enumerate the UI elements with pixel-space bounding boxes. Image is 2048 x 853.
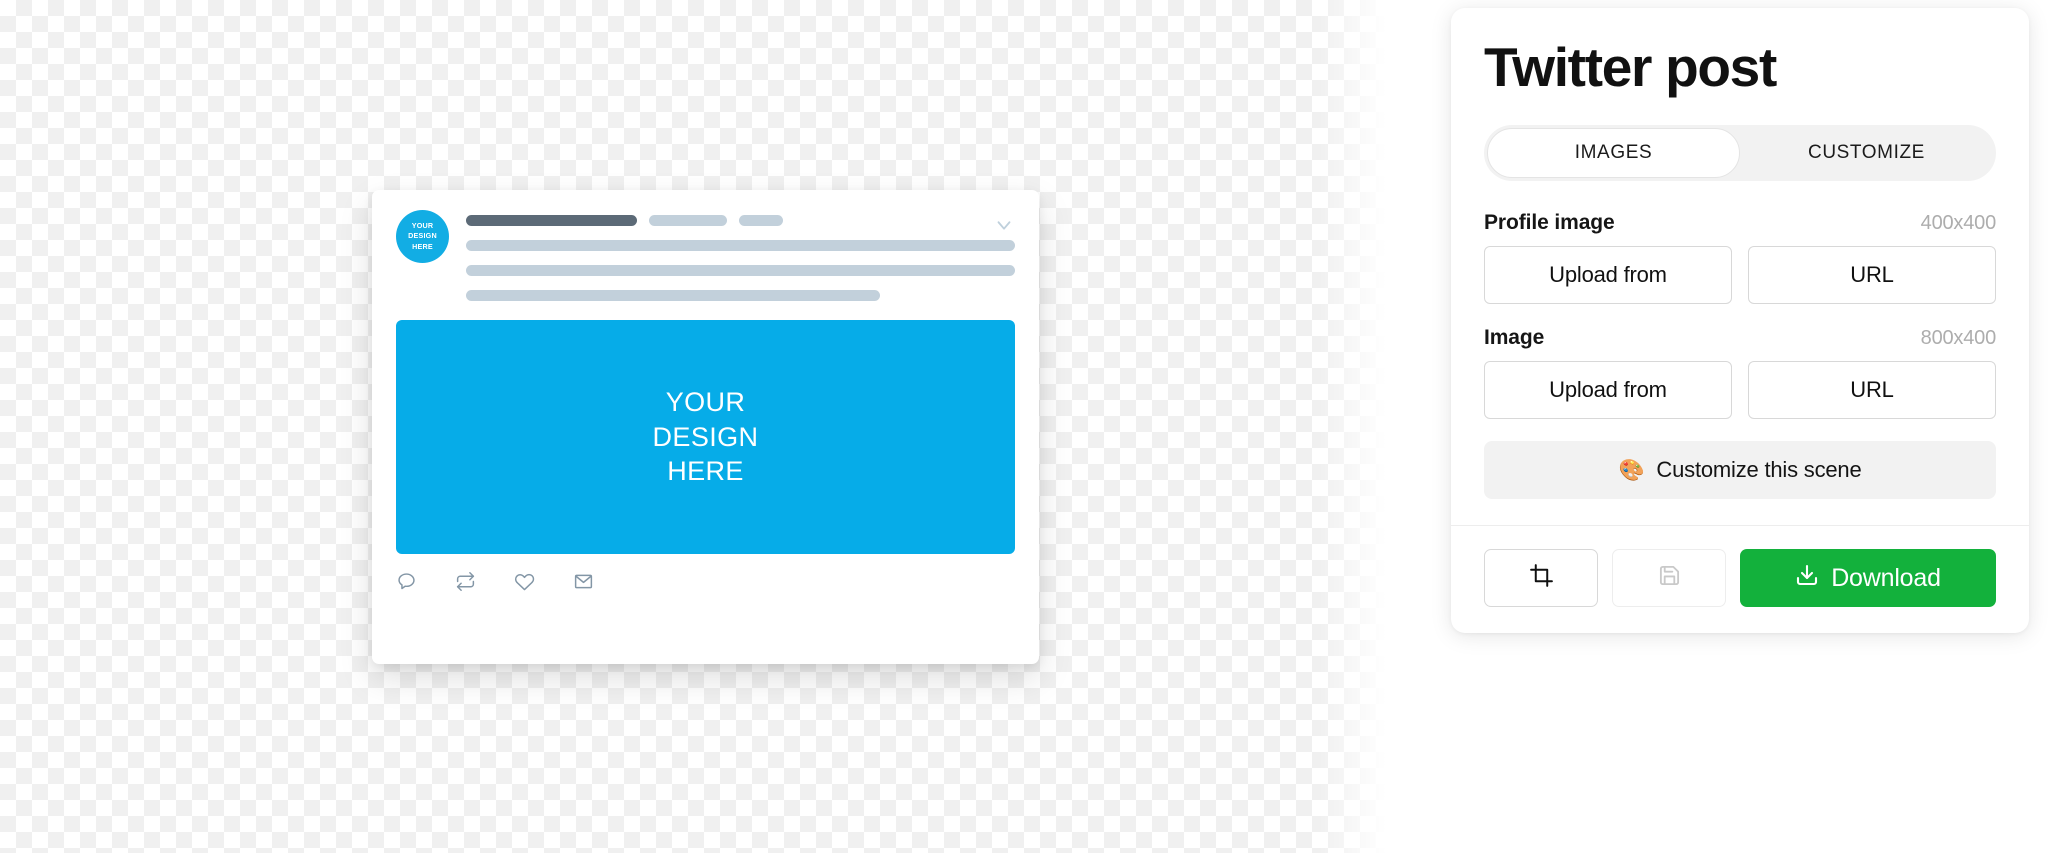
twitter-post-mockup-card[interactable]: YOUR DESIGN HERE YOUR DESIGN HERE bbox=[372, 190, 1039, 664]
settings-panel: Twitter post IMAGES CUSTOMIZE Profile im… bbox=[1451, 8, 2029, 634]
profile-image-label-row: Profile image 400x400 bbox=[1484, 211, 1996, 235]
reply-icon[interactable] bbox=[396, 571, 455, 592]
image-dimensions: 800x400 bbox=[1920, 327, 1997, 350]
save-button[interactable] bbox=[1612, 549, 1726, 608]
image-label: Image bbox=[1484, 326, 1545, 350]
avatar: YOUR DESIGN HERE bbox=[396, 210, 449, 263]
profile-image-button-row: Upload from URL bbox=[1484, 246, 1996, 305]
app-root: YOUR DESIGN HERE YOUR DESIGN HERE Twitte… bbox=[0, 0, 2048, 853]
profile-url-button[interactable]: URL bbox=[1748, 246, 1996, 305]
image-button-row: Upload from URL bbox=[1484, 361, 1996, 420]
placeholder-text-line-1 bbox=[466, 240, 1015, 251]
avatar-line-1: YOUR bbox=[411, 220, 434, 230]
design-line-3: HERE bbox=[667, 456, 744, 487]
download-button[interactable]: Download bbox=[1740, 549, 1996, 608]
mockup-action-bar bbox=[372, 554, 1039, 592]
canvas-edge-fade bbox=[1318, 0, 1398, 853]
chevron-down-icon[interactable] bbox=[991, 212, 1017, 238]
crop-button[interactable] bbox=[1484, 549, 1598, 608]
mockup-name-row bbox=[466, 215, 1015, 226]
save-icon bbox=[1658, 564, 1681, 592]
share-icon[interactable] bbox=[573, 571, 632, 592]
design-line-1: YOUR bbox=[665, 387, 746, 418]
canvas-area: YOUR DESIGN HERE YOUR DESIGN HERE bbox=[0, 0, 1398, 853]
avatar-line-2: DESIGN bbox=[408, 231, 437, 241]
palette-icon: 🎨 bbox=[1618, 458, 1645, 482]
image-upload-from-button[interactable]: Upload from bbox=[1484, 361, 1732, 420]
profile-upload-from-button[interactable]: Upload from bbox=[1484, 246, 1732, 305]
placeholder-bar-date bbox=[739, 215, 783, 226]
settings-panel-footer: Download bbox=[1451, 525, 2029, 633]
profile-image-dimensions: 400x400 bbox=[1920, 212, 1997, 235]
image-label-row: Image 800x400 bbox=[1484, 326, 1996, 350]
download-icon bbox=[1795, 563, 1819, 594]
avatar-line-3: HERE bbox=[412, 241, 433, 251]
customize-scene-label: Customize this scene bbox=[1656, 457, 1862, 483]
image-url-button[interactable]: URL bbox=[1748, 361, 1996, 420]
customize-scene-button[interactable]: 🎨 Customize this scene bbox=[1484, 441, 1996, 500]
page-title: Twitter post bbox=[1484, 36, 1777, 98]
placeholder-bar-handle bbox=[649, 215, 727, 226]
crop-icon bbox=[1529, 563, 1554, 593]
placeholder-text-line-3 bbox=[466, 290, 881, 301]
tab-customize[interactable]: CUSTOMIZE bbox=[1740, 128, 1993, 178]
like-icon[interactable] bbox=[514, 571, 573, 592]
tab-images[interactable]: IMAGES bbox=[1487, 128, 1740, 179]
download-label: Download bbox=[1831, 563, 1941, 592]
placeholder-bar-name bbox=[466, 215, 637, 226]
design-line-2: DESIGN bbox=[652, 421, 759, 452]
tab-bar: IMAGES CUSTOMIZE bbox=[1484, 125, 1996, 182]
profile-image-label: Profile image bbox=[1484, 211, 1615, 235]
retweet-icon[interactable] bbox=[455, 571, 514, 592]
placeholder-text-line-2 bbox=[466, 265, 1015, 276]
design-image-placeholder[interactable]: YOUR DESIGN HERE bbox=[396, 320, 1015, 554]
settings-panel-body: Twitter post IMAGES CUSTOMIZE Profile im… bbox=[1451, 8, 2029, 525]
mockup-header-placeholder-lines bbox=[466, 210, 1015, 301]
mockup-card-header: YOUR DESIGN HERE bbox=[372, 190, 1039, 301]
